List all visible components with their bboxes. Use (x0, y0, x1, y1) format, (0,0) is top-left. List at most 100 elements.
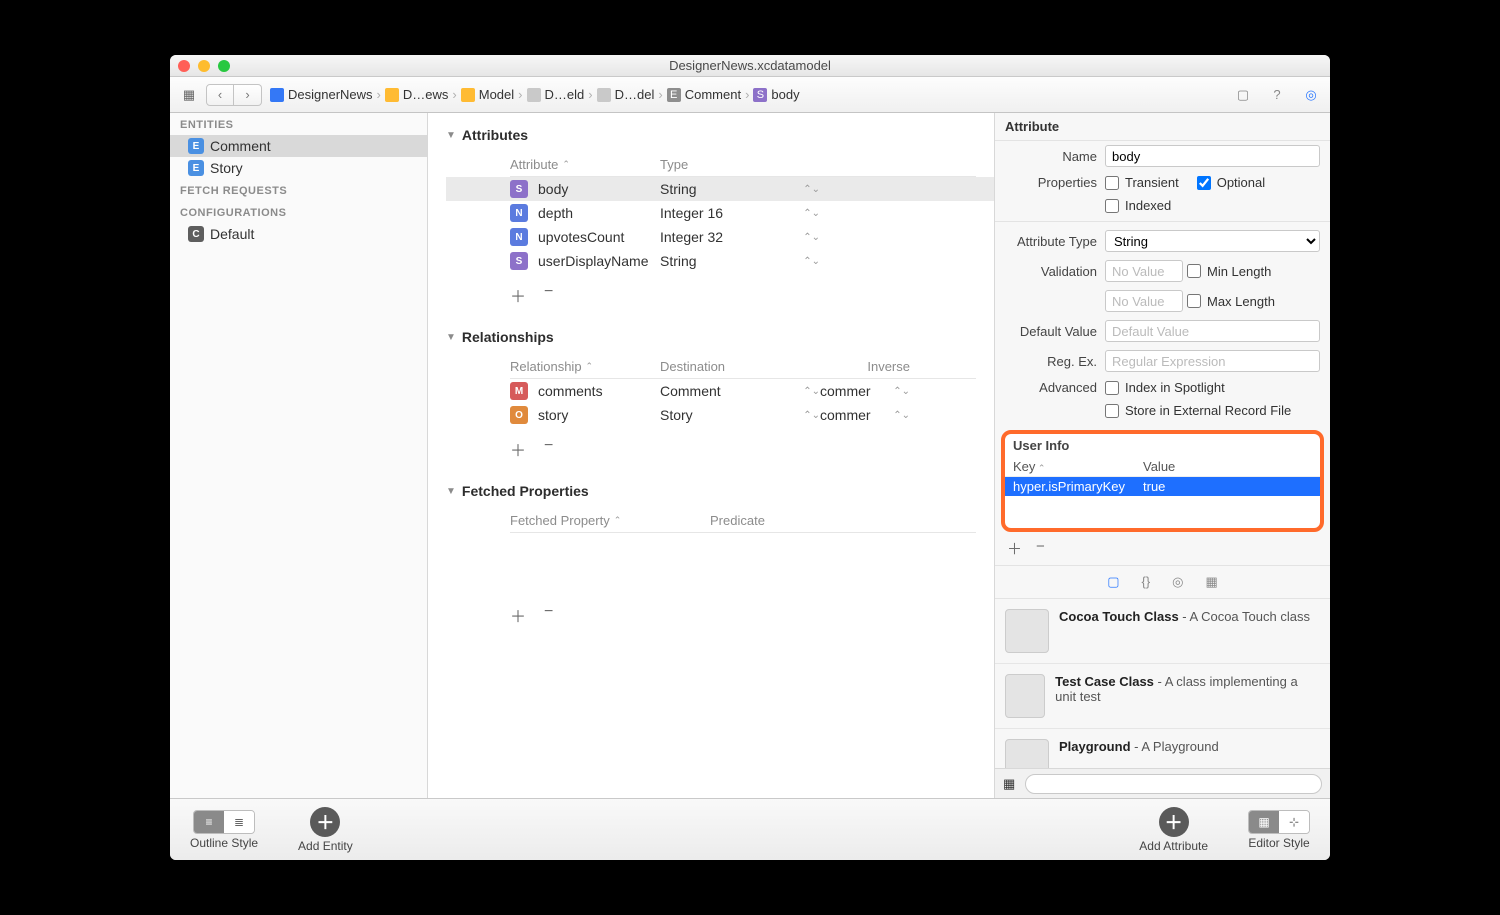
add-attribute-button[interactable]: ＋ (510, 283, 526, 307)
inspector-section-header: Attribute (995, 113, 1330, 141)
number-icon: N (510, 228, 528, 246)
entities-sidebar: ENTITIES E Comment E Story FETCH REQUEST… (170, 113, 428, 798)
related-items-icon[interactable]: ▦ (180, 86, 198, 104)
min-length-checkbox[interactable] (1187, 264, 1201, 278)
relationship-row[interactable]: Ostory Story⌃⌄ commer⌃⌄ (510, 403, 976, 427)
default-value-input[interactable] (1105, 320, 1320, 342)
remove-relationship-button[interactable]: − (544, 437, 553, 461)
entities-header: ENTITIES (170, 113, 427, 135)
stepper-icon[interactable]: ⌃⌄ (803, 184, 820, 195)
template-thumb-icon (1005, 674, 1045, 718)
entity-story[interactable]: E Story (170, 157, 427, 179)
template-item[interactable]: Playground - A Playground (995, 729, 1330, 768)
inverse-column-header[interactable]: Inverse (820, 359, 910, 374)
close-button[interactable] (178, 60, 190, 72)
outline-style-toggle[interactable]: ≡≣ Outline Style (190, 810, 258, 850)
crumb-folder1[interactable]: D…ews (385, 87, 449, 102)
plus-icon: ＋ (1159, 807, 1189, 837)
entity-icon: E (188, 160, 204, 176)
nav-back-button[interactable]: ‹ (206, 84, 234, 106)
attribute-row[interactable]: SuserDisplayName String⌃⌄ (510, 249, 976, 273)
relationship-row[interactable]: Mcomments Comment⌃⌄ commer⌃⌄ (510, 379, 976, 403)
table-icon: ▦ (1249, 811, 1279, 833)
entity-label: Comment (210, 138, 271, 154)
media-tab[interactable]: ▦ (1206, 574, 1218, 590)
disclosure-icon[interactable]: ▼ (446, 332, 456, 343)
disclosure-icon[interactable]: ▼ (446, 486, 456, 497)
configurations-header: CONFIGURATIONS (170, 201, 427, 223)
attribute-name-input[interactable] (1105, 145, 1320, 167)
crumb-modeld[interactable]: D…eld (527, 87, 585, 102)
optional-checkbox[interactable] (1197, 176, 1211, 190)
editor-style-toggle[interactable]: ▦⊹ Editor Style (1248, 810, 1310, 850)
stepper-icon[interactable]: ⌃⌄ (803, 208, 820, 219)
attribute-column-header[interactable]: Attribute (510, 157, 660, 172)
crumb-folder2[interactable]: Model (461, 87, 514, 102)
maximize-button[interactable] (218, 60, 230, 72)
model-editor: ▼Attributes Attribute Type Sbody String⌃… (428, 113, 995, 798)
code-snippet-tab[interactable]: {} (1141, 574, 1150, 590)
crumb-model[interactable]: D…del (597, 87, 655, 102)
max-length-input[interactable] (1105, 290, 1183, 312)
attribute-row[interactable]: NupvotesCount Integer 32⌃⌄ (510, 225, 976, 249)
toolbar-right-tabs: ▢ ? ◎ (1234, 86, 1320, 104)
object-tab[interactable]: ◎ (1172, 574, 1183, 590)
predicate-column-header[interactable]: Predicate (710, 513, 870, 528)
stepper-icon[interactable]: ⌃⌄ (893, 386, 910, 397)
crumb-attr[interactable]: Sbody (753, 87, 799, 102)
transient-checkbox[interactable] (1105, 176, 1119, 190)
crumb-project[interactable]: DesignerNews (270, 87, 373, 102)
remove-attribute-button[interactable]: − (544, 283, 553, 307)
relationship-column-header[interactable]: Relationship (510, 359, 660, 374)
regex-input[interactable] (1105, 350, 1320, 372)
string-icon: S (510, 252, 528, 270)
fetched-property-column-header[interactable]: Fetched Property (510, 513, 710, 528)
user-info-row[interactable]: hyper.isPrimaryKey true (1005, 477, 1320, 496)
add-attribute-button-footer[interactable]: ＋ Add Attribute (1139, 807, 1208, 853)
stepper-icon[interactable]: ⌃⌄ (803, 386, 820, 397)
config-default[interactable]: C Default (170, 223, 427, 245)
add-relationship-button[interactable]: ＋ (510, 437, 526, 461)
hierarchy-icon: ≣ (224, 811, 254, 833)
crumb-entity[interactable]: EComment (667, 87, 741, 102)
stepper-icon[interactable]: ⌃⌄ (803, 256, 820, 267)
max-length-checkbox[interactable] (1187, 294, 1201, 308)
config-label: Default (210, 226, 254, 242)
min-length-input[interactable] (1105, 260, 1183, 282)
nav-forward-button[interactable]: › (234, 84, 262, 106)
graph-icon: ⊹ (1279, 811, 1309, 833)
data-model-inspector-icon[interactable]: ◎ (1302, 86, 1320, 104)
file-inspector-icon[interactable]: ▢ (1234, 86, 1252, 104)
disclosure-icon[interactable]: ▼ (446, 130, 456, 141)
user-info-key-column[interactable]: Key (1013, 459, 1143, 474)
user-info-value-column[interactable]: Value (1143, 459, 1175, 474)
entity-comment[interactable]: E Comment (170, 135, 427, 157)
template-item[interactable]: Test Case Class - A class implementing a… (995, 664, 1330, 729)
remove-fetched-button[interactable]: − (544, 603, 553, 627)
user-info-header: User Info (1005, 434, 1320, 457)
breadcrumb: DesignerNews› D…ews› Model› D…eld› D…del… (270, 87, 1226, 102)
add-fetched-button[interactable]: ＋ (510, 603, 526, 627)
stepper-icon[interactable]: ⌃⌄ (803, 410, 820, 421)
destination-column-header[interactable]: Destination (660, 359, 820, 374)
grid-view-icon[interactable]: ▦ (1003, 776, 1015, 792)
stepper-icon[interactable]: ⌃⌄ (803, 232, 820, 243)
attribute-type-select[interactable]: String (1105, 230, 1320, 252)
indexed-checkbox[interactable] (1105, 199, 1119, 213)
minimize-button[interactable] (198, 60, 210, 72)
attribute-row[interactable]: Sbody String⌃⌄ (446, 177, 995, 201)
remove-userinfo-button[interactable]: − (1036, 538, 1045, 559)
help-inspector-icon[interactable]: ? (1268, 86, 1286, 104)
spotlight-checkbox[interactable] (1105, 381, 1119, 395)
entity-label: Story (210, 160, 243, 176)
titlebar: DesignerNews.xcdatamodel (170, 55, 1330, 77)
library-filter-input[interactable] (1025, 774, 1322, 794)
add-entity-button[interactable]: ＋ Add Entity (298, 807, 353, 853)
template-item[interactable]: Cocoa Touch Class - A Cocoa Touch class (995, 599, 1330, 664)
attribute-row[interactable]: Ndepth Integer 16⌃⌄ (510, 201, 976, 225)
external-record-checkbox[interactable] (1105, 404, 1119, 418)
add-userinfo-button[interactable]: ＋ (1007, 538, 1022, 559)
stepper-icon[interactable]: ⌃⌄ (893, 410, 910, 421)
type-column-header[interactable]: Type (660, 157, 820, 172)
file-template-tab[interactable]: ▢ (1107, 574, 1119, 590)
